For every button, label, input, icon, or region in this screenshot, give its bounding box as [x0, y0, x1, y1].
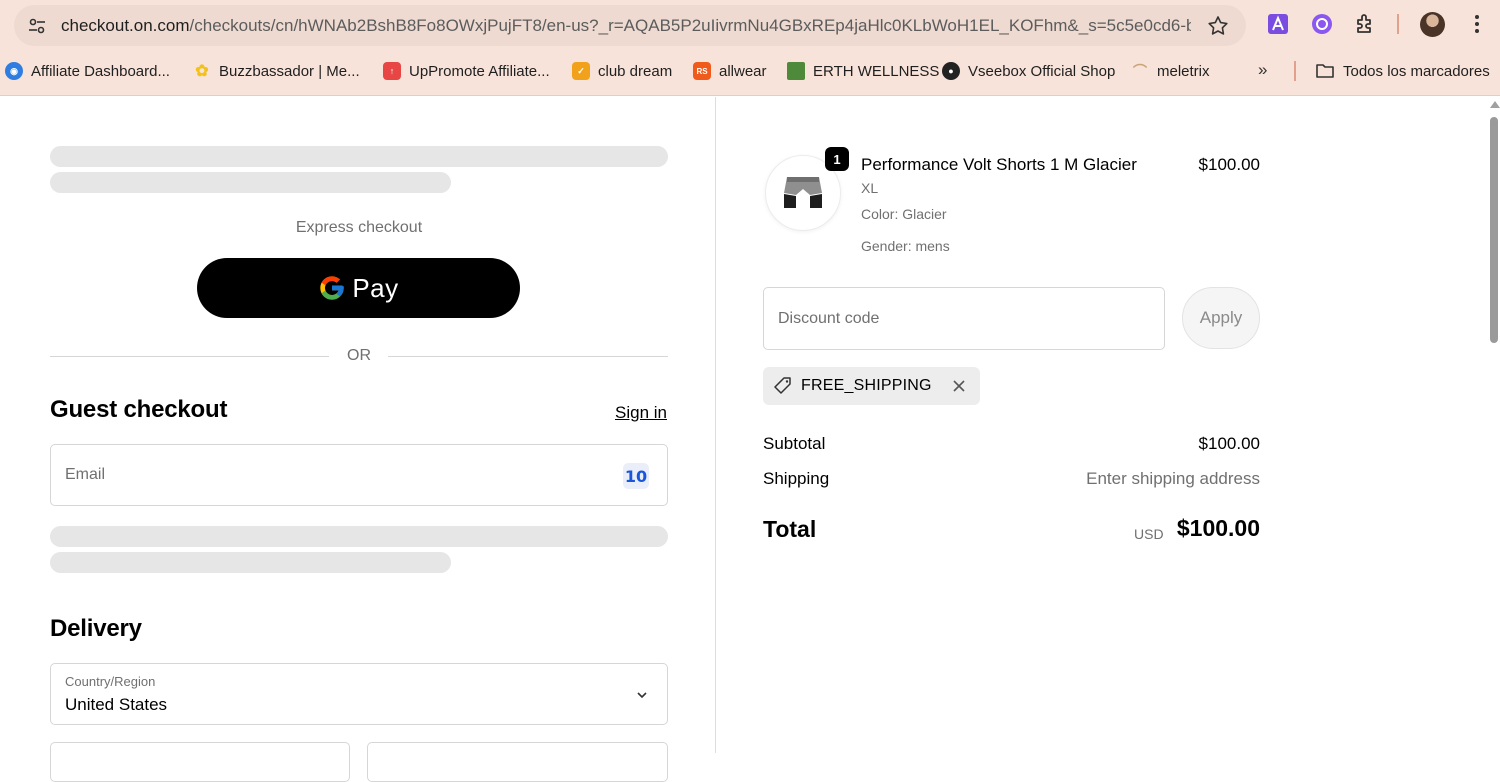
- discount-tag-label: FREE_SHIPPING: [801, 377, 932, 394]
- loading-skeleton: [50, 172, 451, 193]
- site-info-icon[interactable]: [26, 15, 48, 37]
- scroll-up-arrow[interactable]: [1490, 101, 1500, 108]
- guest-checkout-heading: Guest checkout: [50, 396, 228, 423]
- delivery-heading: Delivery: [50, 615, 142, 642]
- quantity-badge: 1: [825, 147, 849, 171]
- gpay-label: Pay: [352, 272, 399, 303]
- remove-discount-icon[interactable]: [952, 379, 966, 393]
- product-gender: Gender: mens: [861, 238, 950, 254]
- bookmark-allwear[interactable]: RS allwear: [693, 60, 767, 82]
- browser-chrome: checkout.on.com/checkouts/cn/hWNAb2BshB8…: [0, 0, 1500, 96]
- country-label: Country/Region: [65, 674, 156, 689]
- discount-placeholder: Discount code: [778, 310, 880, 327]
- uppromote-icon: ↑: [383, 62, 401, 80]
- total-label: Total: [763, 516, 817, 542]
- express-checkout-label: Express checkout: [295, 219, 423, 236]
- first-name-field[interactable]: [50, 742, 350, 782]
- address-bar[interactable]: checkout.on.com/checkouts/cn/hWNAb2BshB8…: [14, 5, 1246, 46]
- product-color: Color: Glacier: [861, 206, 947, 222]
- tag-icon: [774, 377, 791, 394]
- discount-tag: FREE_SHIPPING: [763, 367, 980, 405]
- globe-blue-icon: ◉: [5, 62, 23, 80]
- subtotal-label: Subtotal: [763, 434, 826, 453]
- loading-skeleton: [50, 526, 668, 547]
- bookmark-vseebox[interactable]: ● Vseebox Official Shop: [942, 60, 1115, 82]
- product-size: XL: [861, 180, 879, 196]
- google-g-icon: [320, 276, 345, 300]
- bookmark-erth-wellness[interactable]: ERTH WELLNESS: [787, 60, 939, 82]
- bookmarks-separator: [1294, 61, 1296, 81]
- scroll-thumb[interactable]: [1490, 117, 1498, 343]
- product-name: Performance Volt Shorts 1 M Glacier: [861, 155, 1137, 174]
- or-divider-left: [50, 356, 329, 357]
- autofill-10-icon[interactable]: 10: [623, 463, 649, 489]
- sign-in-link[interactable]: Sign in: [615, 403, 667, 423]
- loading-skeleton: [50, 146, 668, 167]
- country-select[interactable]: Country/Region United States: [50, 663, 668, 725]
- loading-skeleton: [50, 552, 451, 573]
- email-field[interactable]: Email 10: [50, 444, 668, 506]
- google-pay-button[interactable]: Pay: [197, 258, 520, 318]
- vseebox-icon: ●: [942, 62, 960, 80]
- extension-link-icon[interactable]: [1310, 12, 1334, 36]
- page-scrollbar[interactable]: [1488, 97, 1500, 753]
- country-value: United States: [65, 695, 168, 714]
- extensions-puzzle-icon[interactable]: [1354, 12, 1378, 36]
- extension-a-icon[interactable]: [1266, 12, 1290, 36]
- total-value: $100.00: [1176, 515, 1260, 541]
- bookmark-uppromote[interactable]: ↑ UpPromote Affiliate...: [383, 60, 550, 82]
- column-divider: [715, 97, 716, 753]
- or-divider-right: [388, 356, 668, 357]
- last-name-field[interactable]: [367, 742, 668, 782]
- bookmarks-bar: ◉ Affiliate Dashboard... ✿ Buzzbassador …: [0, 56, 1500, 86]
- bookmark-star-icon[interactable]: [1206, 14, 1230, 38]
- allwear-icon: RS: [693, 62, 711, 80]
- subtotal-value: $100.00: [1198, 434, 1260, 453]
- meletrix-icon: ⌒: [1133, 63, 1147, 79]
- apply-discount-button[interactable]: Apply: [1182, 287, 1260, 349]
- folder-icon: [1316, 64, 1334, 78]
- bookmark-buzzbassador[interactable]: ✿ Buzzbassador | Me...: [193, 60, 359, 82]
- shorts-image-icon: [784, 177, 822, 208]
- total-currency: USD: [1134, 526, 1164, 542]
- chevron-down-icon: [637, 692, 647, 699]
- bookmarks-overflow-button[interactable]: »: [1258, 60, 1267, 80]
- all-bookmarks-folder[interactable]: Todos los marcadores: [1315, 60, 1490, 82]
- email-placeholder: Email: [65, 466, 106, 483]
- or-label: OR: [347, 347, 371, 364]
- bookmark-meletrix[interactable]: ⌒ meletrix: [1131, 60, 1210, 82]
- discount-code-field[interactable]: Discount code: [763, 287, 1165, 350]
- profile-avatar[interactable]: [1420, 12, 1445, 37]
- product-price: $100.00: [1198, 155, 1260, 174]
- url-text[interactable]: checkout.on.com/checkouts/cn/hWNAb2BshB8…: [61, 16, 1191, 36]
- checkout-page: Express checkout Pay OR Guest checkout S…: [0, 97, 1500, 782]
- club-dream-icon: ✓: [572, 62, 590, 80]
- toolbar-separator: [1397, 14, 1399, 34]
- shipping-label: Shipping: [763, 469, 830, 488]
- shipping-value: Enter shipping address: [1086, 469, 1260, 488]
- bookmark-club-dream[interactable]: ✓ club dream: [572, 60, 672, 82]
- bookmark-affiliate-dashboard[interactable]: ◉ Affiliate Dashboard...: [5, 60, 170, 82]
- buzz-icon: ✿: [195, 63, 209, 80]
- erth-icon: [787, 62, 805, 80]
- browser-menu-icon[interactable]: [1467, 12, 1487, 36]
